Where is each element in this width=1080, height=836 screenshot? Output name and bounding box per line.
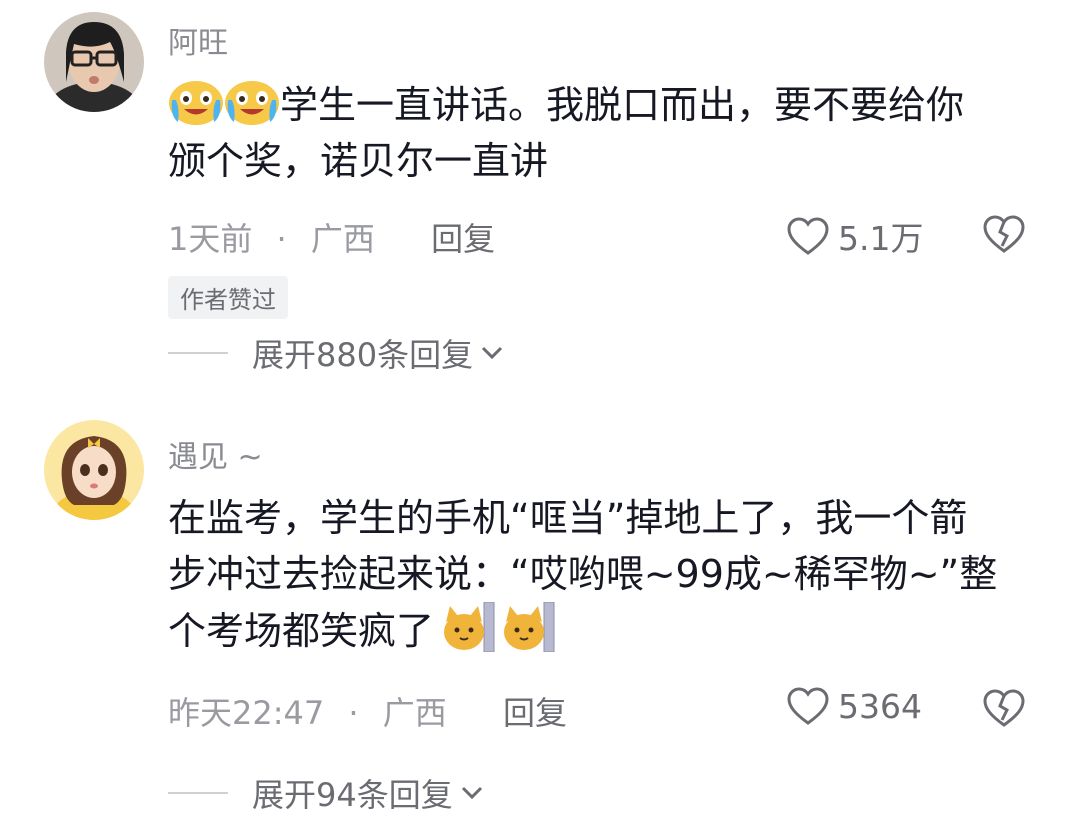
comment-location: 广西 xyxy=(382,694,447,732)
comment-line: 在监考，学生的手机“哐当”掉地上了，我一个箭 xyxy=(168,496,968,540)
comment-line: 个考场都笑疯了 xyxy=(168,602,1028,659)
comment-text: 在监考，学生的手机“哐当”掉地上了，我一个箭 步冲过去捡起来说：“哎哟喂~99成… xyxy=(168,490,1028,659)
reply-button[interactable]: 回复 xyxy=(503,688,567,734)
meta-separator: · xyxy=(348,694,359,732)
like-count: 5364 xyxy=(838,686,922,726)
avatar[interactable] xyxy=(44,420,144,520)
broken-heart-icon xyxy=(983,689,1025,727)
comment-line: 步冲过去捡起来说：“哎哟喂~99成~稀罕物~”整 xyxy=(168,552,998,596)
expand-replies-button[interactable]: 展开94条回复 xyxy=(168,770,485,816)
cat-peeking-emoji xyxy=(440,602,496,652)
chevron-down-icon xyxy=(461,786,482,800)
expand-label: 展开94条回复 xyxy=(252,776,453,814)
comment-time: 昨天22:47 xyxy=(168,694,325,732)
like-button[interactable]: 5364 xyxy=(786,686,922,726)
username[interactable]: 遇见 ~ xyxy=(168,432,263,476)
divider xyxy=(168,792,228,794)
dislike-button[interactable] xyxy=(982,688,1026,728)
heart-icon xyxy=(787,687,829,725)
comment-meta: 昨天22:47 · 广西 回复 xyxy=(168,688,567,734)
cat-peeking-emoji xyxy=(500,602,556,652)
comment-item: 遇见 ~ 在监考，学生的手机“哐当”掉地上了，我一个箭 步冲过去捡起来说：“哎哟… xyxy=(0,0,1080,836)
